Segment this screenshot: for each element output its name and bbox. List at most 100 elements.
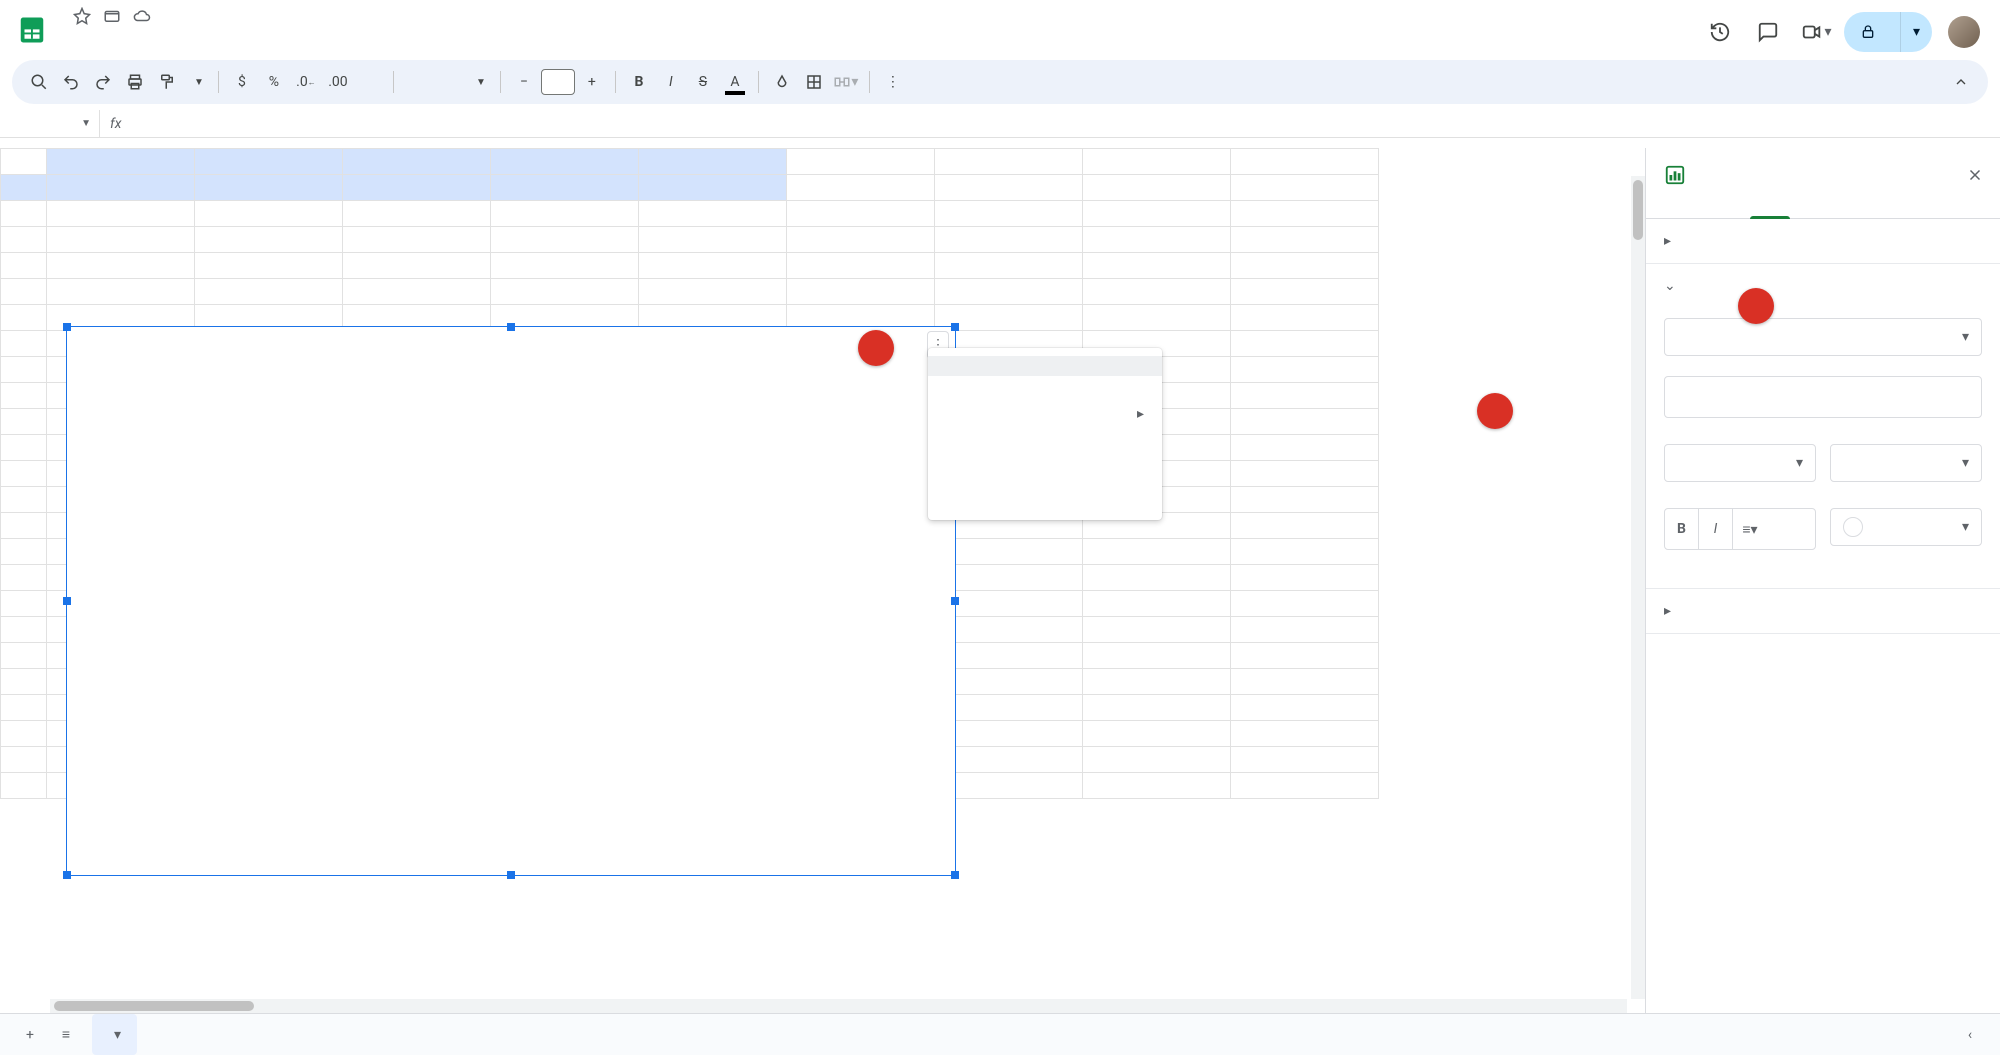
zoom-select[interactable]: ▼: [184, 77, 210, 88]
cell-B4[interactable]: [195, 253, 343, 279]
col-header-H[interactable]: [1083, 149, 1231, 175]
cell-B2[interactable]: [195, 201, 343, 227]
col-header-A[interactable]: [47, 149, 195, 175]
menu-view[interactable]: [100, 30, 116, 38]
font-size-increase[interactable]: +: [577, 67, 607, 97]
ctx-delete-chart[interactable]: [928, 376, 1162, 396]
menu-edit[interactable]: [80, 30, 96, 38]
cell-A5[interactable]: [47, 279, 195, 305]
move-icon[interactable]: [102, 6, 122, 26]
col-header-G[interactable]: [935, 149, 1083, 175]
ctx-move-chart[interactable]: [928, 472, 1162, 492]
row-header[interactable]: [1, 253, 47, 279]
explore-button[interactable]: ‹: [1952, 1017, 1988, 1053]
col-header-C[interactable]: [343, 149, 491, 175]
row-header[interactable]: [1, 409, 47, 435]
title-font-select[interactable]: ▾: [1664, 444, 1816, 482]
menu-data[interactable]: [160, 30, 176, 38]
name-box[interactable]: ▼: [0, 110, 100, 137]
cell-B3[interactable]: [195, 227, 343, 253]
strikethrough-icon[interactable]: S: [688, 67, 718, 97]
section-chart-axis-titles[interactable]: ⌄: [1646, 264, 2000, 308]
title-align-button[interactable]: ≡▾: [1733, 509, 1767, 549]
row-header[interactable]: [1, 279, 47, 305]
row-header[interactable]: [1, 331, 47, 357]
ctx-download-chart[interactable]: ▸: [928, 396, 1162, 432]
currency-icon[interactable]: $: [227, 67, 257, 97]
collapse-toolbar-icon[interactable]: [1946, 67, 1976, 97]
row-header[interactable]: [1, 461, 47, 487]
menu-file[interactable]: [60, 30, 76, 38]
tab-setup[interactable]: [1670, 194, 1710, 218]
paint-format-icon[interactable]: [152, 67, 182, 97]
row-header[interactable]: [1, 383, 47, 409]
title-text-input[interactable]: [1664, 376, 1982, 418]
col-header-D[interactable]: [491, 149, 639, 175]
row-header[interactable]: [1, 175, 47, 201]
cell-A2[interactable]: [47, 201, 195, 227]
history-icon[interactable]: [1700, 12, 1740, 52]
col-header-E[interactable]: [639, 149, 787, 175]
all-sheets-button[interactable]: ≡: [48, 1017, 84, 1053]
section-legend[interactable]: ▸: [1646, 588, 2000, 634]
cell-A4[interactable]: [47, 253, 195, 279]
undo-icon[interactable]: [56, 67, 86, 97]
row-header[interactable]: [1, 747, 47, 773]
menu-tools[interactable]: [180, 30, 196, 38]
star-icon[interactable]: [72, 6, 92, 26]
title-italic-button[interactable]: I: [1699, 509, 1733, 549]
redo-icon[interactable]: [88, 67, 118, 97]
share-button[interactable]: [1844, 12, 1900, 52]
embedded-chart[interactable]: ⋮: [66, 326, 956, 876]
font-select[interactable]: ▼: [402, 77, 492, 88]
row-header[interactable]: [1, 669, 47, 695]
row-header[interactable]: [1, 357, 47, 383]
row-header[interactable]: [1, 643, 47, 669]
row-header[interactable]: [1, 695, 47, 721]
print-icon[interactable]: [120, 67, 150, 97]
row-header[interactable]: [1, 539, 47, 565]
increase-decimal-icon[interactable]: .00: [323, 67, 353, 97]
account-avatar[interactable]: [1948, 16, 1980, 48]
decrease-decimal-icon[interactable]: .0←: [291, 67, 321, 97]
cell-B1[interactable]: [195, 175, 343, 201]
share-dropdown[interactable]: ▾: [1900, 12, 1932, 52]
tab-customize[interactable]: [1750, 194, 1790, 218]
menu-extensions[interactable]: [200, 30, 216, 38]
fill-color-icon[interactable]: [767, 67, 797, 97]
title-font-size-select[interactable]: ▾: [1830, 444, 1982, 482]
sheets-logo[interactable]: [12, 10, 52, 50]
section-pie-slice[interactable]: ▸: [1646, 219, 2000, 264]
cell-B5[interactable]: [195, 279, 343, 305]
row-header[interactable]: [1, 227, 47, 253]
horizontal-scrollbar[interactable]: [50, 999, 1627, 1013]
row-header[interactable]: [1, 201, 47, 227]
more-tools-icon[interactable]: ⋮: [878, 67, 908, 97]
menu-format[interactable]: [140, 30, 156, 38]
col-header-B[interactable]: [195, 149, 343, 175]
formula-bar[interactable]: [131, 110, 2000, 137]
select-all-corner[interactable]: [1, 149, 47, 175]
menu-help[interactable]: [220, 30, 236, 38]
font-size-input[interactable]: [541, 69, 575, 95]
col-header-I[interactable]: [1231, 149, 1379, 175]
vertical-scrollbar[interactable]: [1631, 176, 1645, 999]
cell-A3[interactable]: [47, 227, 195, 253]
ctx-alt-text[interactable]: [928, 492, 1162, 512]
text-color-icon[interactable]: A: [720, 67, 750, 97]
font-size-decrease[interactable]: −: [509, 67, 539, 97]
ctx-publish-chart[interactable]: [928, 432, 1162, 452]
row-header[interactable]: [1, 591, 47, 617]
row-header[interactable]: [1, 565, 47, 591]
more-formats-button[interactable]: [355, 67, 385, 97]
add-sheet-button[interactable]: +: [12, 1017, 48, 1053]
col-header-F[interactable]: [787, 149, 935, 175]
row-header[interactable]: [1, 513, 47, 539]
cloud-icon[interactable]: [132, 6, 152, 26]
ctx-edit-chart[interactable]: [928, 356, 1162, 376]
title-color-select[interactable]: ▾: [1830, 508, 1982, 546]
bold-icon[interactable]: B: [624, 67, 654, 97]
italic-icon[interactable]: I: [656, 67, 686, 97]
row-header[interactable]: [1, 721, 47, 747]
menu-insert[interactable]: [120, 30, 136, 38]
